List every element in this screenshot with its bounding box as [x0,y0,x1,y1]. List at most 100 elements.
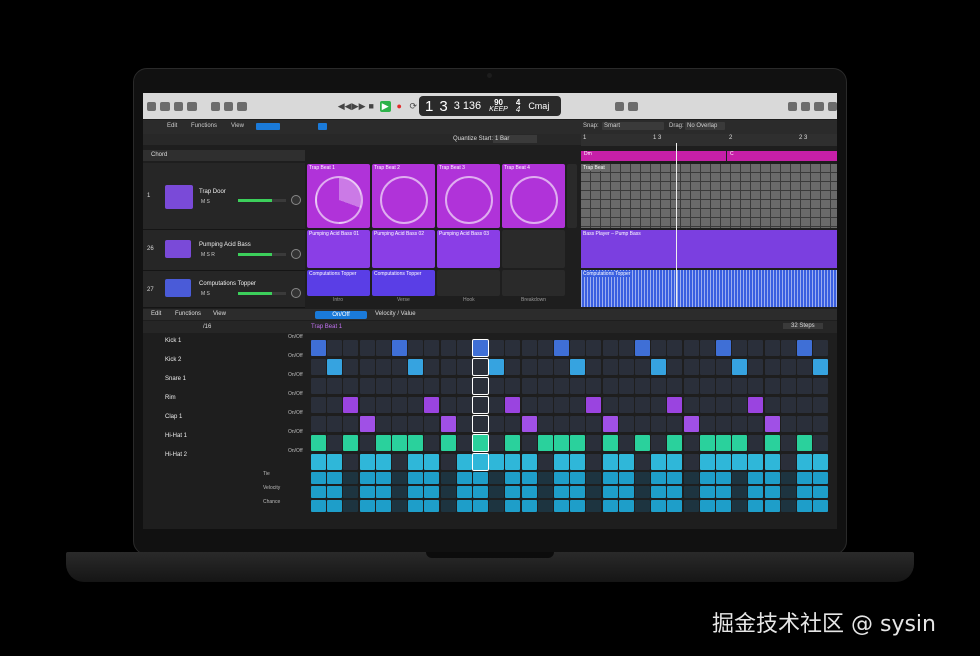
step-cell[interactable] [780,378,796,394]
sub-step-cell[interactable] [505,486,521,498]
sub-step-cell[interactable] [521,486,537,498]
step-cell[interactable] [748,378,764,394]
step-cell[interactable] [635,359,650,375]
step-cell[interactable] [586,378,602,394]
step-cell[interactable] [570,378,586,394]
step-cell[interactable] [489,359,505,375]
step-cell[interactable] [489,340,505,356]
sub-step-cell[interactable] [618,486,634,498]
step-cell[interactable] [780,340,796,356]
velocity-tab[interactable]: Velocity / Value [375,311,416,317]
sub-step-cell[interactable] [505,472,521,484]
step-cell[interactable] [311,435,326,451]
sub-step-cell[interactable] [748,500,764,512]
scene-label[interactable]: Breakdown [521,297,546,303]
step-cell[interactable] [327,378,343,394]
step-cell[interactable] [537,359,553,375]
sub-step-cell[interactable] [537,500,553,512]
step-cell[interactable] [586,397,602,413]
step-cell[interactable] [327,340,343,356]
sub-step-cell[interactable] [764,472,780,484]
step-cell[interactable] [311,397,326,413]
step-cell[interactable] [327,359,343,375]
sub-step-cell[interactable] [586,472,602,484]
step-cell[interactable] [472,339,489,357]
step-cell[interactable] [683,397,699,413]
step-cell[interactable] [521,359,537,375]
sub-step-cell[interactable] [716,486,731,498]
sub-step-cell[interactable] [554,486,569,498]
step-cell[interactable] [311,454,326,470]
scene-label[interactable]: Verse [397,297,410,303]
step-cell[interactable] [586,359,602,375]
save-icon[interactable] [173,101,184,111]
step-cell[interactable] [392,397,407,413]
sub-step-cell[interactable] [732,472,748,484]
step-cell[interactable] [635,397,650,413]
step-cell[interactable] [343,397,359,413]
playhead[interactable] [676,143,677,307]
step-cell[interactable] [343,454,359,470]
sub-step-cell[interactable] [570,500,586,512]
step-cell[interactable] [359,454,375,470]
track-row[interactable]: 27 Computations Topper M S [143,271,305,308]
sub-step-cell[interactable] [780,500,796,512]
step-cell[interactable] [472,434,489,452]
step-cell[interactable] [554,397,569,413]
step-cell[interactable] [667,454,683,470]
mute-solo[interactable]: M S R [201,252,215,258]
sub-step-cell[interactable] [392,486,407,498]
drag-select[interactable]: No Overlap [685,122,725,130]
sub-step-cell[interactable] [311,500,326,512]
step-cell[interactable] [651,454,667,470]
step-cell[interactable] [618,416,634,432]
cycle-icon[interactable]: ⟳ [408,101,419,112]
library-icon[interactable] [147,101,157,111]
step-cell[interactable] [570,454,586,470]
mixer-icon[interactable] [223,101,234,111]
step-cell[interactable] [683,416,699,432]
sub-step-cell[interactable] [683,486,699,498]
step-cell[interactable] [408,416,424,432]
quantize-select[interactable]: 1 Bar [493,135,537,143]
steps-select[interactable]: 32 Steps [783,323,823,329]
step-cell[interactable] [764,454,780,470]
sub-step-cell[interactable] [554,500,569,512]
step-cell[interactable] [813,454,829,470]
notes-icon[interactable] [800,101,811,111]
step-cell[interactable] [311,340,326,356]
step-cell[interactable] [667,397,683,413]
sub-step-cell[interactable] [473,500,488,512]
step-cell[interactable] [602,435,618,451]
sub-step-cell[interactable] [456,472,472,484]
step-cell[interactable] [392,454,407,470]
step-cell[interactable] [343,359,359,375]
step-cell[interactable] [635,378,650,394]
step-cell[interactable] [456,340,472,356]
step-cell[interactable] [554,359,569,375]
sub-step-cell[interactable] [311,472,326,484]
step-cell[interactable] [375,416,391,432]
sub-step-cell[interactable] [505,500,521,512]
step-cell[interactable] [424,454,440,470]
step-cell[interactable] [586,454,602,470]
sub-step-cell[interactable] [602,486,618,498]
sub-step-cell[interactable] [327,486,343,498]
sub-step-cell[interactable] [780,472,796,484]
step-cell[interactable] [521,454,537,470]
step-cell[interactable] [440,397,456,413]
step-cell[interactable] [440,454,456,470]
row-mode[interactable]: On/Off [288,334,303,340]
step-cell[interactable] [537,454,553,470]
step-cell[interactable] [440,435,456,451]
step-cell[interactable] [359,435,375,451]
metronome-icon[interactable] [628,101,638,111]
sub-step-cell[interactable] [311,486,326,498]
step-cell[interactable] [505,378,521,394]
snap-select[interactable]: Smart [602,122,664,130]
sub-step-cell[interactable] [602,472,618,484]
sub-step-cell[interactable] [489,472,505,484]
step-cell[interactable] [716,359,731,375]
step-cell[interactable] [764,359,780,375]
sub-step-cell[interactable] [424,472,440,484]
